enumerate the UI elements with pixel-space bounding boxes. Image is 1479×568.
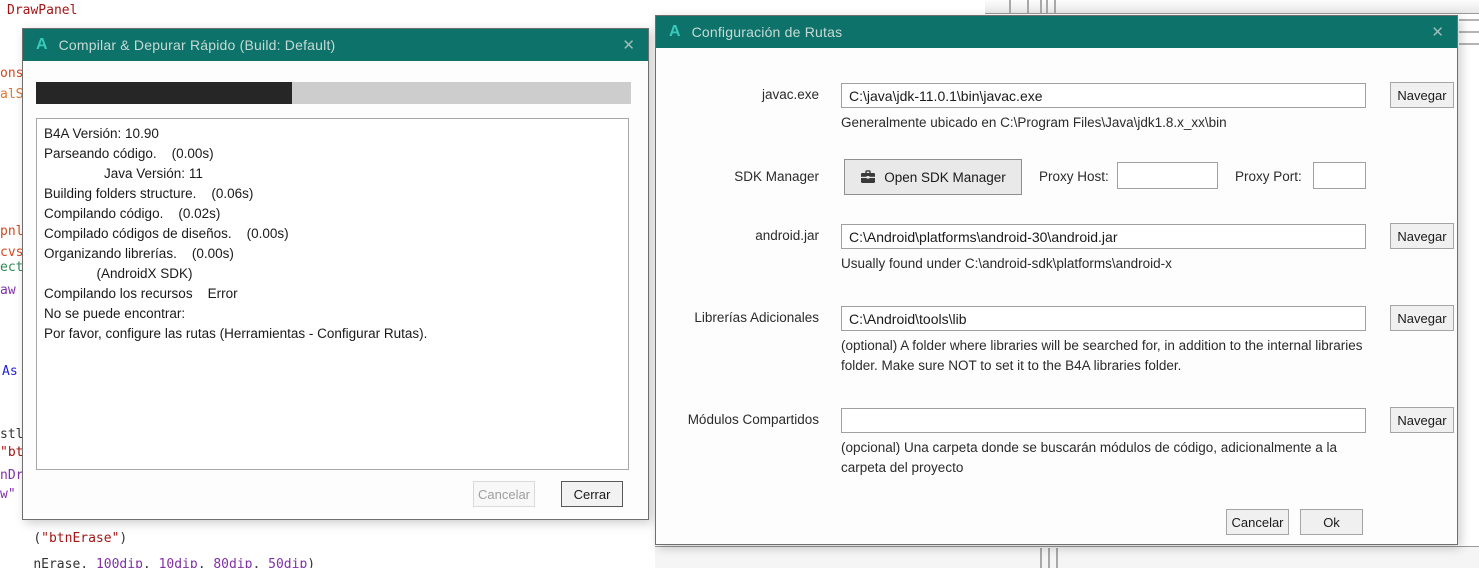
- ide-bottom-strip: [655, 546, 1479, 568]
- editor-code-line: nErase, 100dip, 10dip, 80dip, 50dip): [2, 542, 315, 568]
- proxy-port-label: Proxy Port:: [1235, 169, 1311, 184]
- code-segment: ,: [143, 557, 159, 568]
- toolbox-icon: [860, 170, 876, 184]
- log-line: Java Versión: 11: [44, 164, 628, 184]
- log-line: No se puede encontrar:: [44, 304, 628, 324]
- android-jar-label: android.jar: [656, 228, 819, 243]
- shared-modules-input[interactable]: [841, 408, 1366, 433]
- compile-dialog: A Compilar & Depurar Rápido (Build: Defa…: [22, 28, 649, 520]
- proxy-port-input[interactable]: [1313, 162, 1366, 189]
- additional-libraries-browse-button[interactable]: Navegar: [1390, 305, 1454, 331]
- shared-modules-browse-button[interactable]: Navegar: [1390, 407, 1454, 433]
- code-segment: ,: [198, 557, 214, 568]
- compile-dialog-titlebar[interactable]: A Compilar & Depurar Rápido (Build: Defa…: [23, 29, 648, 61]
- toolbar-separator: [1056, 548, 1058, 568]
- javac-label: javac.exe: [656, 87, 819, 102]
- progress-fill: [36, 82, 292, 104]
- editor-code-token: aw: [0, 283, 16, 298]
- log-line: Building folders structure. (0.06s): [44, 184, 628, 204]
- log-line: Por favor, configure las rutas (Herramie…: [44, 324, 628, 344]
- javac-input[interactable]: [841, 83, 1366, 108]
- b4a-logo-icon: A: [36, 36, 48, 54]
- android-jar-hint: Usually found under C:\android-sdk\platf…: [841, 254, 1376, 274]
- editor-code-token: w": [0, 487, 16, 502]
- compile-progress-bar: [36, 82, 631, 104]
- log-line: Compilando código. (0.02s): [44, 204, 628, 224]
- cancel-button[interactable]: Cancelar: [473, 481, 535, 507]
- open-sdk-manager-label: Open SDK Manager: [884, 170, 1006, 185]
- sdk-manager-label: SDK Manager: [656, 169, 819, 184]
- toolbar-separator: [1027, 0, 1029, 13]
- b4a-ide-screen: DrawPanel ons alS pnl cvs ect aw As stl …: [0, 0, 1479, 568]
- editor-code-token: "bt: [0, 445, 23, 460]
- toolbar-separator: [1040, 0, 1042, 13]
- editor-code-token: As: [2, 364, 18, 379]
- editor-code-token: DrawPanel: [7, 3, 77, 18]
- proxy-host-input[interactable]: [1117, 162, 1218, 189]
- code-segment: 50dip: [268, 557, 307, 568]
- code-segment: 100dip: [96, 557, 143, 568]
- toolbar-separator: [1040, 548, 1042, 568]
- close-icon[interactable]: ✕: [622, 38, 635, 53]
- editor-code-token: stl: [0, 427, 23, 442]
- background-panel-edge: [1459, 43, 1479, 45]
- paths-dialog-titlebar[interactable]: A Configuración de Rutas ✕: [656, 16, 1457, 48]
- shared-modules-label: Módulos Compartidos: [656, 412, 819, 427]
- ide-toolbar-strip: [985, 0, 1479, 14]
- b4a-logo-icon: A: [669, 23, 681, 41]
- open-sdk-manager-button[interactable]: Open SDK Manager: [844, 159, 1022, 195]
- code-segment: ): [307, 557, 315, 568]
- paths-config-dialog: A Configuración de Rutas ✕ javac.exe Nav…: [655, 15, 1458, 545]
- editor-code-token: ons: [0, 66, 23, 81]
- close-button[interactable]: Cerrar: [561, 481, 623, 507]
- log-line: Compilado códigos de diseños. (0.00s): [44, 224, 628, 244]
- editor-code-token: nDr: [0, 468, 23, 483]
- shared-modules-hint: (opcional) Una carpeta donde se buscarán…: [841, 438, 1376, 478]
- toolbar-separator: [1046, 0, 1048, 13]
- editor-code-token: pnl: [0, 224, 23, 239]
- log-line: (AndroidX SDK): [44, 264, 628, 284]
- compile-dialog-title: Compilar & Depurar Rápido (Build: Defaul…: [59, 37, 623, 53]
- code-segment: 10dip: [159, 557, 198, 568]
- toolbar-separator: [1009, 0, 1011, 13]
- paths-dialog-title: Configuración de Rutas: [692, 24, 1432, 40]
- ok-button[interactable]: Ok: [1300, 509, 1363, 535]
- android-jar-input[interactable]: [841, 224, 1366, 249]
- log-line: Parseando código. (0.00s): [44, 144, 628, 164]
- code-segment: nErase,: [33, 557, 96, 568]
- background-panel-edge: [1459, 31, 1479, 33]
- log-line: B4A Versión: 10.90: [44, 124, 628, 144]
- code-segment: ,: [253, 557, 269, 568]
- proxy-host-label: Proxy Host:: [1039, 169, 1115, 184]
- editor-code-token: alS: [0, 87, 23, 102]
- code-segment: 80dip: [213, 557, 252, 568]
- android-jar-browse-button[interactable]: Navegar: [1390, 223, 1454, 249]
- additional-libraries-hint: (optional) A folder where libraries will…: [841, 336, 1376, 376]
- log-line: Compilando los recursos Error: [44, 284, 628, 304]
- cancel-button[interactable]: Cancelar: [1226, 509, 1289, 535]
- additional-libraries-input[interactable]: [841, 306, 1366, 331]
- additional-libraries-label: Librerías Adicionales: [656, 310, 819, 325]
- close-icon[interactable]: ✕: [1431, 25, 1444, 40]
- compile-log[interactable]: B4A Versión: 10.90 Parseando código. (0.…: [36, 118, 629, 470]
- editor-code-token: ect: [0, 260, 23, 275]
- javac-browse-button[interactable]: Navegar: [1390, 82, 1454, 108]
- javac-hint: Generalmente ubicado en C:\Program Files…: [841, 113, 1376, 133]
- toolbar-separator: [1048, 548, 1050, 568]
- background-panel-edge: [1459, 19, 1479, 21]
- editor-code-token: cvs: [0, 245, 23, 260]
- log-line: Organizando librerías. (0.00s): [44, 244, 628, 264]
- toolbar-separator: [1054, 0, 1056, 13]
